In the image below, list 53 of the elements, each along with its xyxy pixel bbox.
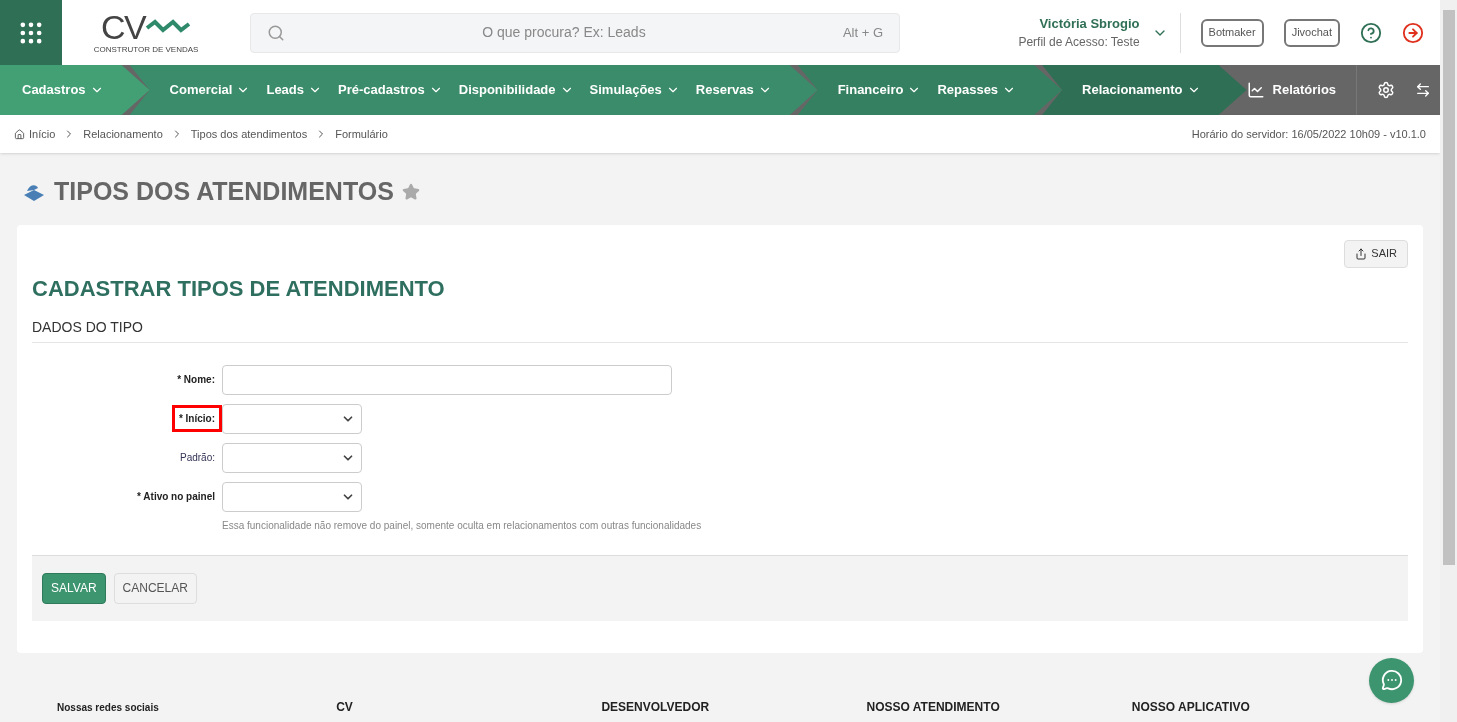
server-time: Horário do servidor: 16/05/2022 10h09 - v10.1.0 bbox=[1191, 126, 1426, 142]
breadcrumb-link[interactable]: Início bbox=[29, 125, 56, 143]
nav-menu-item[interactable]: Repasses bbox=[937, 80, 1017, 100]
chat-bubble-icon bbox=[1380, 669, 1403, 691]
search-field[interactable]: O que procura? Ex: Leads Alt + G bbox=[250, 12, 900, 53]
apps-menu-button[interactable] bbox=[0, 0, 62, 65]
nav-menu-item[interactable]: Leads bbox=[266, 80, 323, 100]
nav-menu-item[interactable]: Financeiro bbox=[837, 80, 922, 100]
nav-menu-item[interactable]: Reservas bbox=[695, 80, 772, 100]
nav-menu-item[interactable]: Simulações bbox=[589, 80, 680, 100]
page-title: TIPOS DOS ATENDIMENTOS bbox=[54, 176, 394, 207]
logout-icon[interactable] bbox=[1402, 21, 1424, 44]
breadcrumb-link[interactable]: Tipos dos atendimentos bbox=[190, 125, 308, 143]
line-chart-icon bbox=[1246, 81, 1265, 99]
home-icon bbox=[14, 128, 25, 140]
section-title: DADOS DO TIPO bbox=[32, 316, 1408, 343]
logo-tagline: CONSTRUTOR DE VENDAS bbox=[93, 43, 199, 56]
user-profile: Perfil de Acesso: Teste bbox=[1018, 34, 1140, 52]
breadcrumb-link[interactable]: Relacionamento bbox=[83, 125, 163, 143]
breadcrumb-link[interactable]: Formulário bbox=[335, 125, 388, 143]
footer-heading: NOSSO ATENDIMENTO bbox=[865, 700, 1000, 714]
logo-mark: CV bbox=[101, 9, 145, 44]
header-button[interactable]: Botmaker bbox=[1200, 18, 1264, 47]
footer-heading: CV bbox=[335, 700, 353, 714]
share-arrow-icon bbox=[1355, 247, 1368, 260]
field-label: * Nome: bbox=[176, 373, 216, 387]
star-icon[interactable] bbox=[401, 182, 420, 201]
field-label: Padrão: bbox=[178, 451, 216, 465]
shortcut-hint: Alt + G bbox=[842, 23, 883, 42]
footer-heading: Nossas redes sociais bbox=[57, 702, 159, 713]
swap-arrows-icon[interactable] bbox=[1415, 82, 1432, 98]
field-label: * Ativo no painel bbox=[136, 490, 216, 504]
help-icon[interactable] bbox=[1360, 21, 1382, 44]
footer-heading: NOSSO APLICATIVO bbox=[1130, 700, 1250, 714]
cancel-button[interactable]: CANCELAR bbox=[113, 572, 197, 604]
field-label: * Início: bbox=[171, 405, 222, 432]
chat-button[interactable] bbox=[1369, 657, 1414, 703]
header-button[interactable]: Jivochat bbox=[1283, 18, 1340, 47]
search-icon bbox=[267, 23, 285, 42]
footer-heading: DESENVOLVEDOR bbox=[600, 700, 710, 714]
text-input[interactable] bbox=[222, 364, 672, 395]
settings-icon[interactable] bbox=[1377, 81, 1396, 99]
nav-menu-item[interactable]: Pré-cadastros bbox=[338, 80, 443, 100]
nav-menu-item[interactable]: Cadastros bbox=[22, 80, 104, 100]
nav-menu-item[interactable]: Comercial bbox=[169, 80, 251, 100]
user-name: Victória Sbrogio bbox=[1039, 14, 1140, 33]
exit-button[interactable]: SAIR bbox=[1344, 239, 1408, 268]
help-text: Essa funcionalidade não remove do painel, somente oculta em relacionamentos com outras funcionalidades bbox=[222, 518, 703, 533]
save-button[interactable]: SALVAR bbox=[42, 572, 106, 604]
search-input[interactable]: O que procura? Ex: Leads bbox=[285, 22, 843, 43]
form-title: CADASTRAR TIPOS DE ATENDIMENTO bbox=[32, 274, 446, 303]
nav-menu-item[interactable]: Disponibilidade bbox=[458, 80, 574, 100]
nav-menu-item[interactable]: Relacionamento bbox=[1082, 80, 1201, 100]
